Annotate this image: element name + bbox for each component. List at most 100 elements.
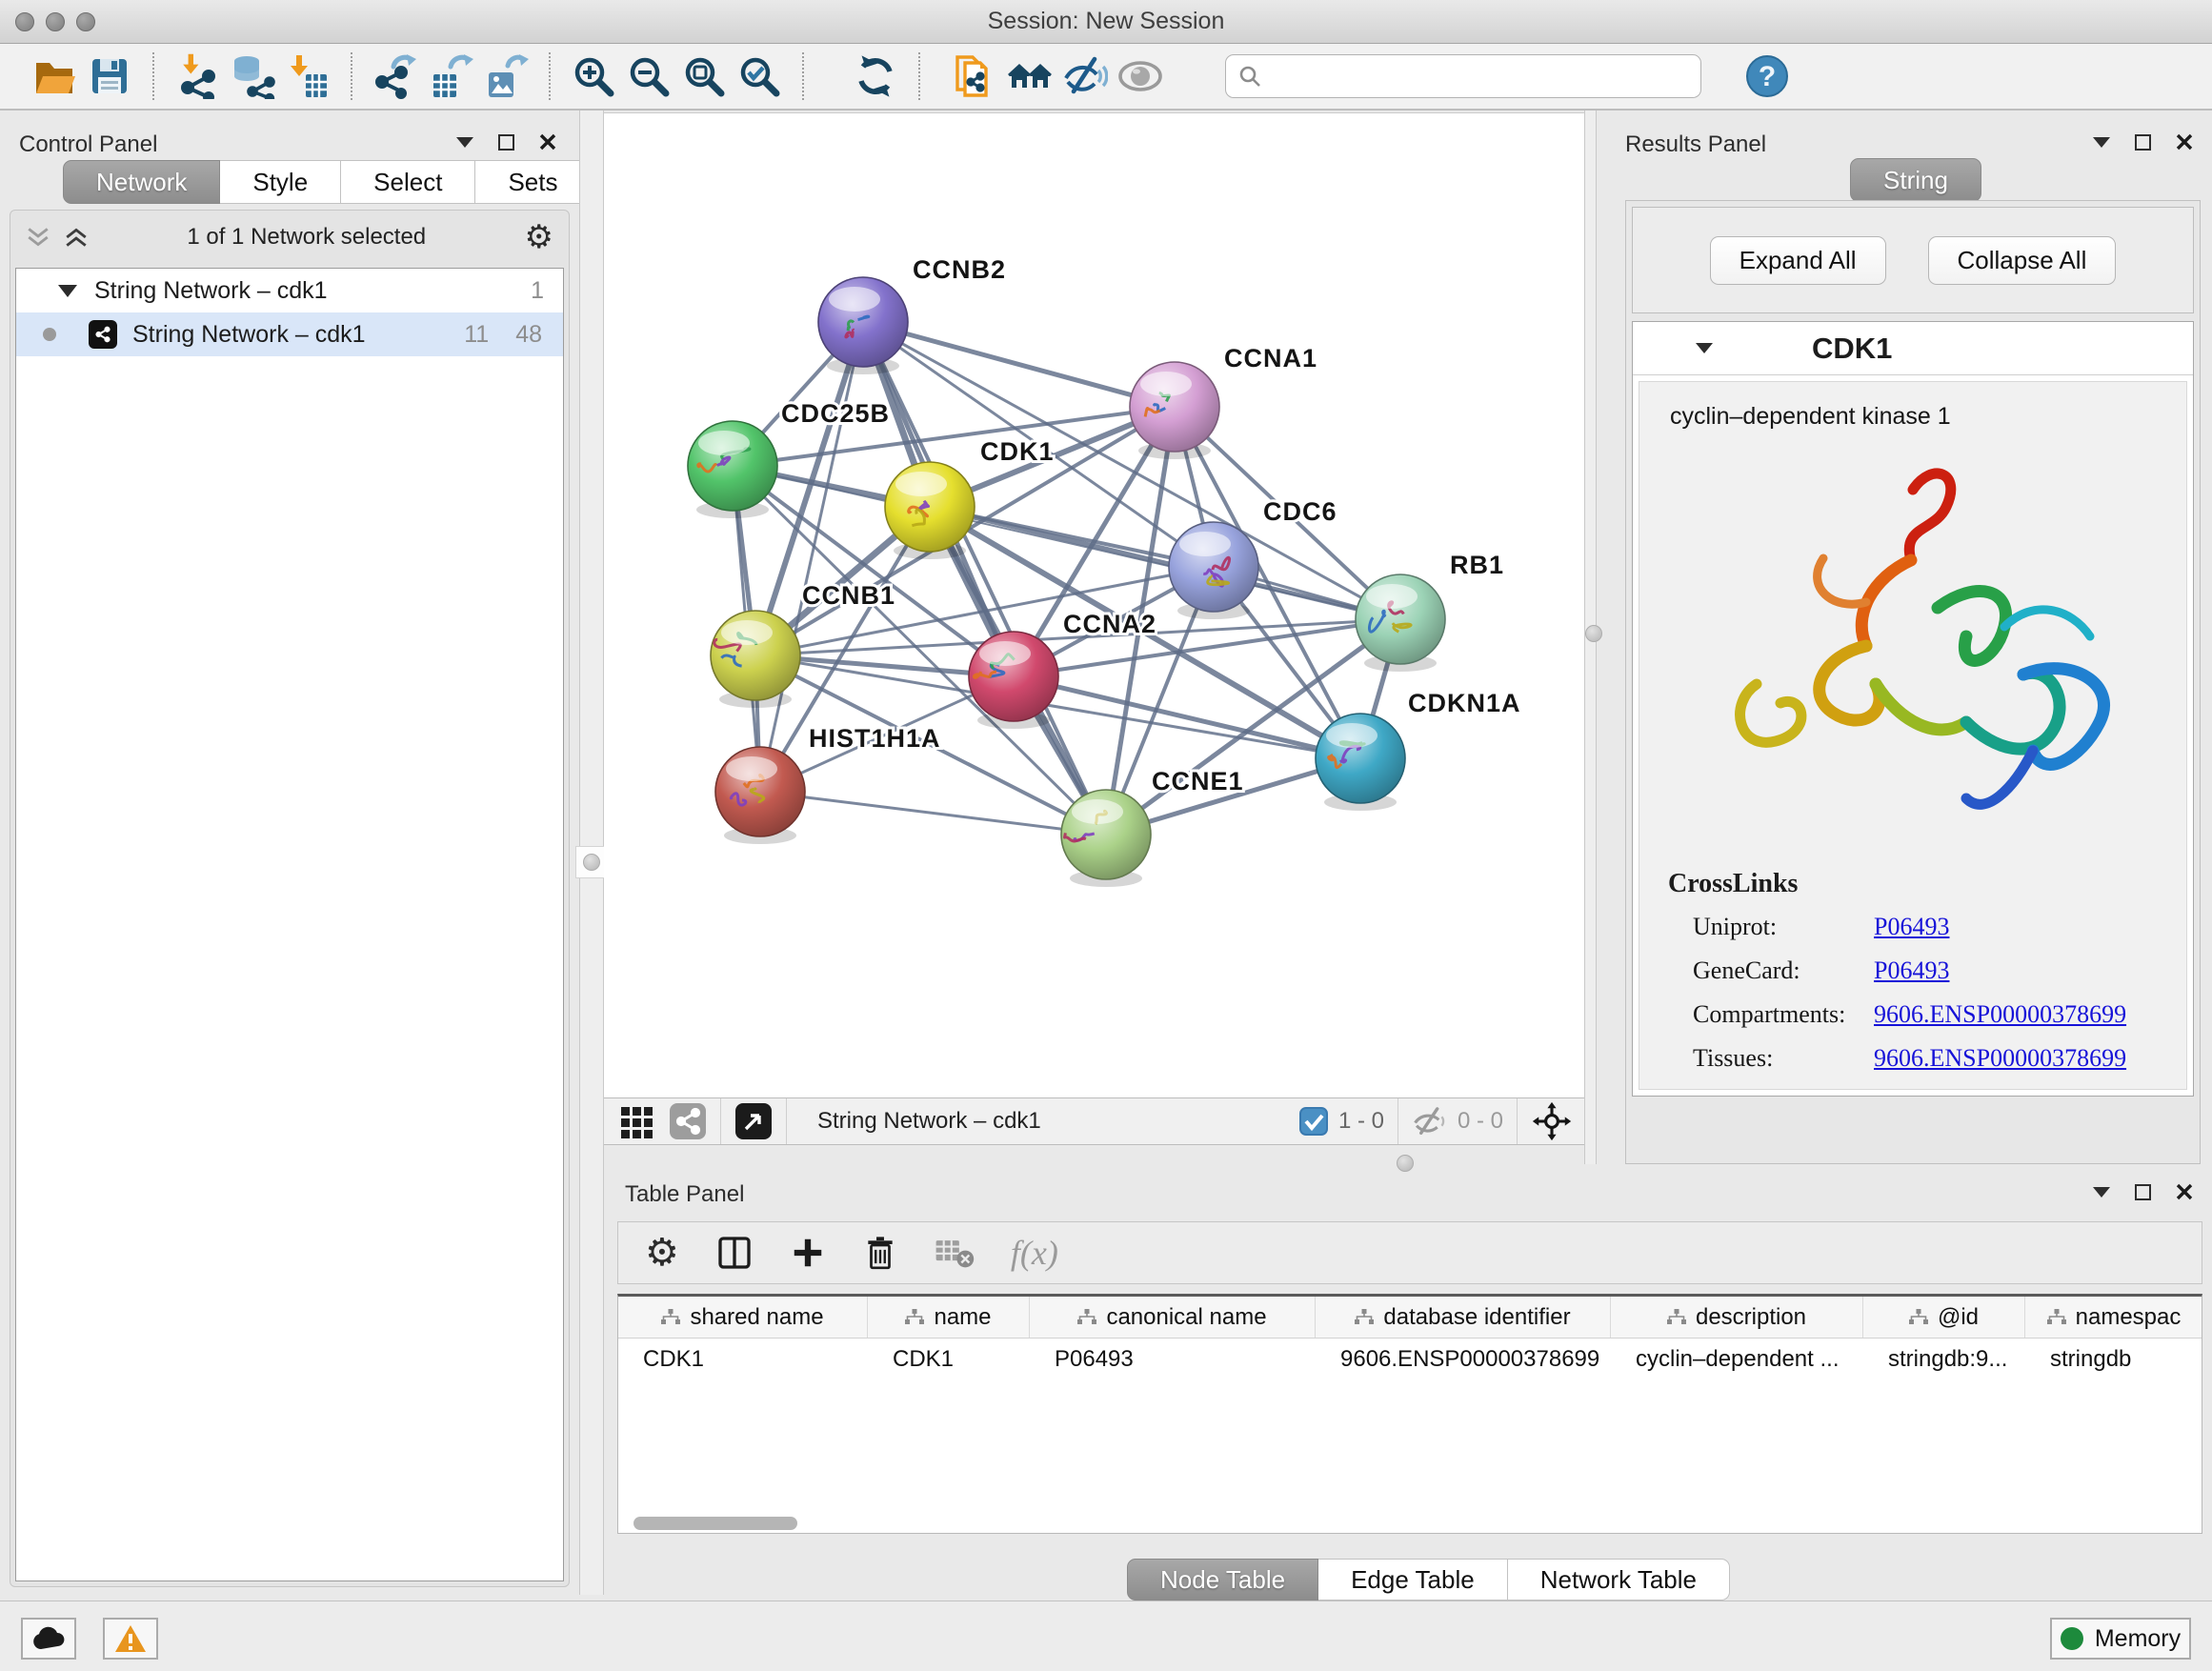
network-row[interactable]: String Network – cdk1 11 48: [16, 312, 563, 356]
hidden-count: 0 - 0: [1458, 1108, 1503, 1135]
collapse-all-icon[interactable]: [26, 226, 50, 249]
collection-expander-icon[interactable]: [58, 285, 77, 297]
close-panel-icon[interactable]: [2176, 1183, 2193, 1200]
column-header[interactable]: canonical name: [1030, 1297, 1316, 1338]
node-label: CDKN1A: [1408, 689, 1521, 717]
table-cell[interactable]: 9606.ENSP00000378699: [1316, 1339, 1611, 1380]
export-table-button[interactable]: [423, 49, 478, 104]
panel-menu-icon[interactable]: [2093, 1187, 2110, 1198]
crosslink-link[interactable]: P06493: [1874, 1088, 1949, 1090]
delete-column-icon[interactable]: [862, 1235, 898, 1271]
selected-checkbox-icon[interactable]: [1298, 1106, 1329, 1137]
hide-unhide-button[interactable]: [1057, 49, 1113, 104]
table-tabs: Node Table Edge Table Network Table: [1127, 1559, 1730, 1601]
column-header[interactable]: database identifier: [1316, 1297, 1611, 1338]
column-header[interactable]: description: [1611, 1297, 1863, 1338]
node-label: HIST1H1A: [809, 724, 941, 753]
network-view-title: String Network – cdk1: [817, 1108, 1041, 1135]
expand-all-icon[interactable]: [64, 226, 89, 249]
zoom-in-button[interactable]: [566, 49, 621, 104]
add-column-icon[interactable]: [790, 1235, 826, 1271]
zoom-in-icon: [571, 53, 616, 99]
cloud-status-button[interactable]: [21, 1618, 76, 1660]
tab-sets[interactable]: Sets: [475, 160, 591, 204]
string-network-graph[interactable]: CCNB2CCNA1CDC25BCDK1CDC6RB1CCNB1CCNA2CDK…: [604, 113, 1584, 1098]
show-columns-icon[interactable]: [715, 1234, 754, 1272]
network-canvas[interactable]: CCNB2CCNA1CDC25BCDK1CDC6RB1CCNB1CCNA2CDK…: [604, 112, 1584, 1097]
delete-table-icon[interactable]: [935, 1235, 975, 1271]
table-cell[interactable]: stringdb:9...: [1863, 1339, 2025, 1380]
crosslink-link[interactable]: 9606.ENSP00000378699: [1874, 1044, 2126, 1073]
close-panel-icon[interactable]: [539, 133, 556, 151]
grid-view-icon[interactable]: [619, 1103, 655, 1139]
crosslink-label: GeneCard:: [1693, 956, 1874, 985]
import-table-button[interactable]: [280, 49, 335, 104]
crosslink-link[interactable]: P06493: [1874, 913, 1949, 941]
tab-node-table[interactable]: Node Table: [1127, 1559, 1318, 1601]
crosslink-link[interactable]: P06493: [1874, 956, 1949, 985]
expand-all-button[interactable]: Expand All: [1710, 236, 1886, 285]
network-collection-row[interactable]: String Network – cdk1 1: [16, 269, 563, 312]
crosslink-label: Tissues:: [1693, 1044, 1874, 1073]
crosslink-row: Pharos:P06493: [1639, 1080, 2186, 1090]
table-header-row: shared namenamecanonical namedatabase id…: [618, 1297, 2202, 1339]
fit-content-crosshair-icon[interactable]: [1531, 1100, 1573, 1142]
import-network-database-button[interactable]: [225, 49, 280, 104]
search-input[interactable]: [1262, 63, 1672, 90]
zoom-fit-button[interactable]: [676, 49, 732, 104]
column-header[interactable]: namespac: [2025, 1297, 2202, 1338]
tab-edge-table[interactable]: Edge Table: [1318, 1559, 1508, 1601]
column-header[interactable]: @id: [1863, 1297, 2025, 1338]
export-network-button[interactable]: [368, 49, 423, 104]
gene-description: cyclin–dependent kinase 1: [1670, 403, 2186, 431]
column-header[interactable]: name: [868, 1297, 1030, 1338]
protein-structure-image: [1646, 434, 2180, 854]
column-type-icon: [905, 1309, 924, 1325]
panel-menu-icon[interactable]: [2093, 137, 2110, 148]
tab-network-table[interactable]: Network Table: [1508, 1559, 1730, 1601]
export-image-button[interactable]: [478, 49, 533, 104]
import-table-icon: [285, 53, 331, 99]
homes-button[interactable]: [1002, 49, 1057, 104]
show-eye-button[interactable]: [1113, 49, 1168, 104]
table-settings-gear-icon[interactable]: ⚙: [645, 1234, 679, 1272]
tab-select[interactable]: Select: [341, 160, 475, 204]
table-row[interactable]: CDK1CDK1P064939606.ENSP00000378699cyclin…: [618, 1339, 2202, 1380]
node-label: RB1: [1450, 551, 1504, 579]
eye-slash-icon: [1062, 53, 1108, 99]
table-horizontal-scrollbar[interactable]: [633, 1517, 797, 1530]
tab-string[interactable]: String: [1850, 158, 1981, 202]
network-options-gear-icon[interactable]: ⚙: [525, 221, 553, 253]
network-view-icon[interactable]: [669, 1102, 707, 1140]
float-panel-icon[interactable]: [2135, 134, 2151, 151]
tab-style[interactable]: Style: [220, 160, 341, 204]
left-splitter-handle[interactable]: [575, 846, 608, 878]
collapse-all-button[interactable]: Collapse All: [1928, 236, 2117, 285]
tab-network[interactable]: Network: [63, 160, 220, 204]
refresh-button[interactable]: [848, 49, 903, 104]
float-panel-icon[interactable]: [498, 134, 514, 151]
save-session-button[interactable]: [82, 49, 137, 104]
panel-menu-icon[interactable]: [456, 137, 473, 148]
table-cell[interactable]: CDK1: [618, 1339, 868, 1380]
zoom-out-button[interactable]: [621, 49, 676, 104]
import-network-file-button[interactable]: [170, 49, 225, 104]
warning-status-button[interactable]: [103, 1618, 158, 1660]
close-panel-icon[interactable]: [2176, 133, 2193, 151]
table-cell[interactable]: CDK1: [868, 1339, 1030, 1380]
table-cell[interactable]: cyclin–dependent ...: [1611, 1339, 1863, 1380]
column-header[interactable]: shared name: [618, 1297, 868, 1338]
memory-button[interactable]: Memory: [2050, 1618, 2191, 1660]
help-button[interactable]: ?: [1739, 49, 1795, 104]
zoom-selected-button[interactable]: [732, 49, 787, 104]
table-cell[interactable]: stringdb: [2025, 1339, 2202, 1380]
float-panel-icon[interactable]: [2135, 1184, 2151, 1200]
open-session-button[interactable]: [27, 49, 82, 104]
crosslink-link[interactable]: 9606.ENSP00000378699: [1874, 1000, 2126, 1029]
share-file-button[interactable]: [947, 49, 1002, 104]
birdseye-view-icon[interactable]: [734, 1102, 773, 1140]
network-list-box: 1 of 1 Network selected ⚙ String Network…: [10, 210, 570, 1587]
function-builder-button[interactable]: f(x): [1011, 1233, 1058, 1273]
gene-collapse-icon[interactable]: [1696, 343, 1713, 353]
table-cell[interactable]: P06493: [1030, 1339, 1316, 1380]
